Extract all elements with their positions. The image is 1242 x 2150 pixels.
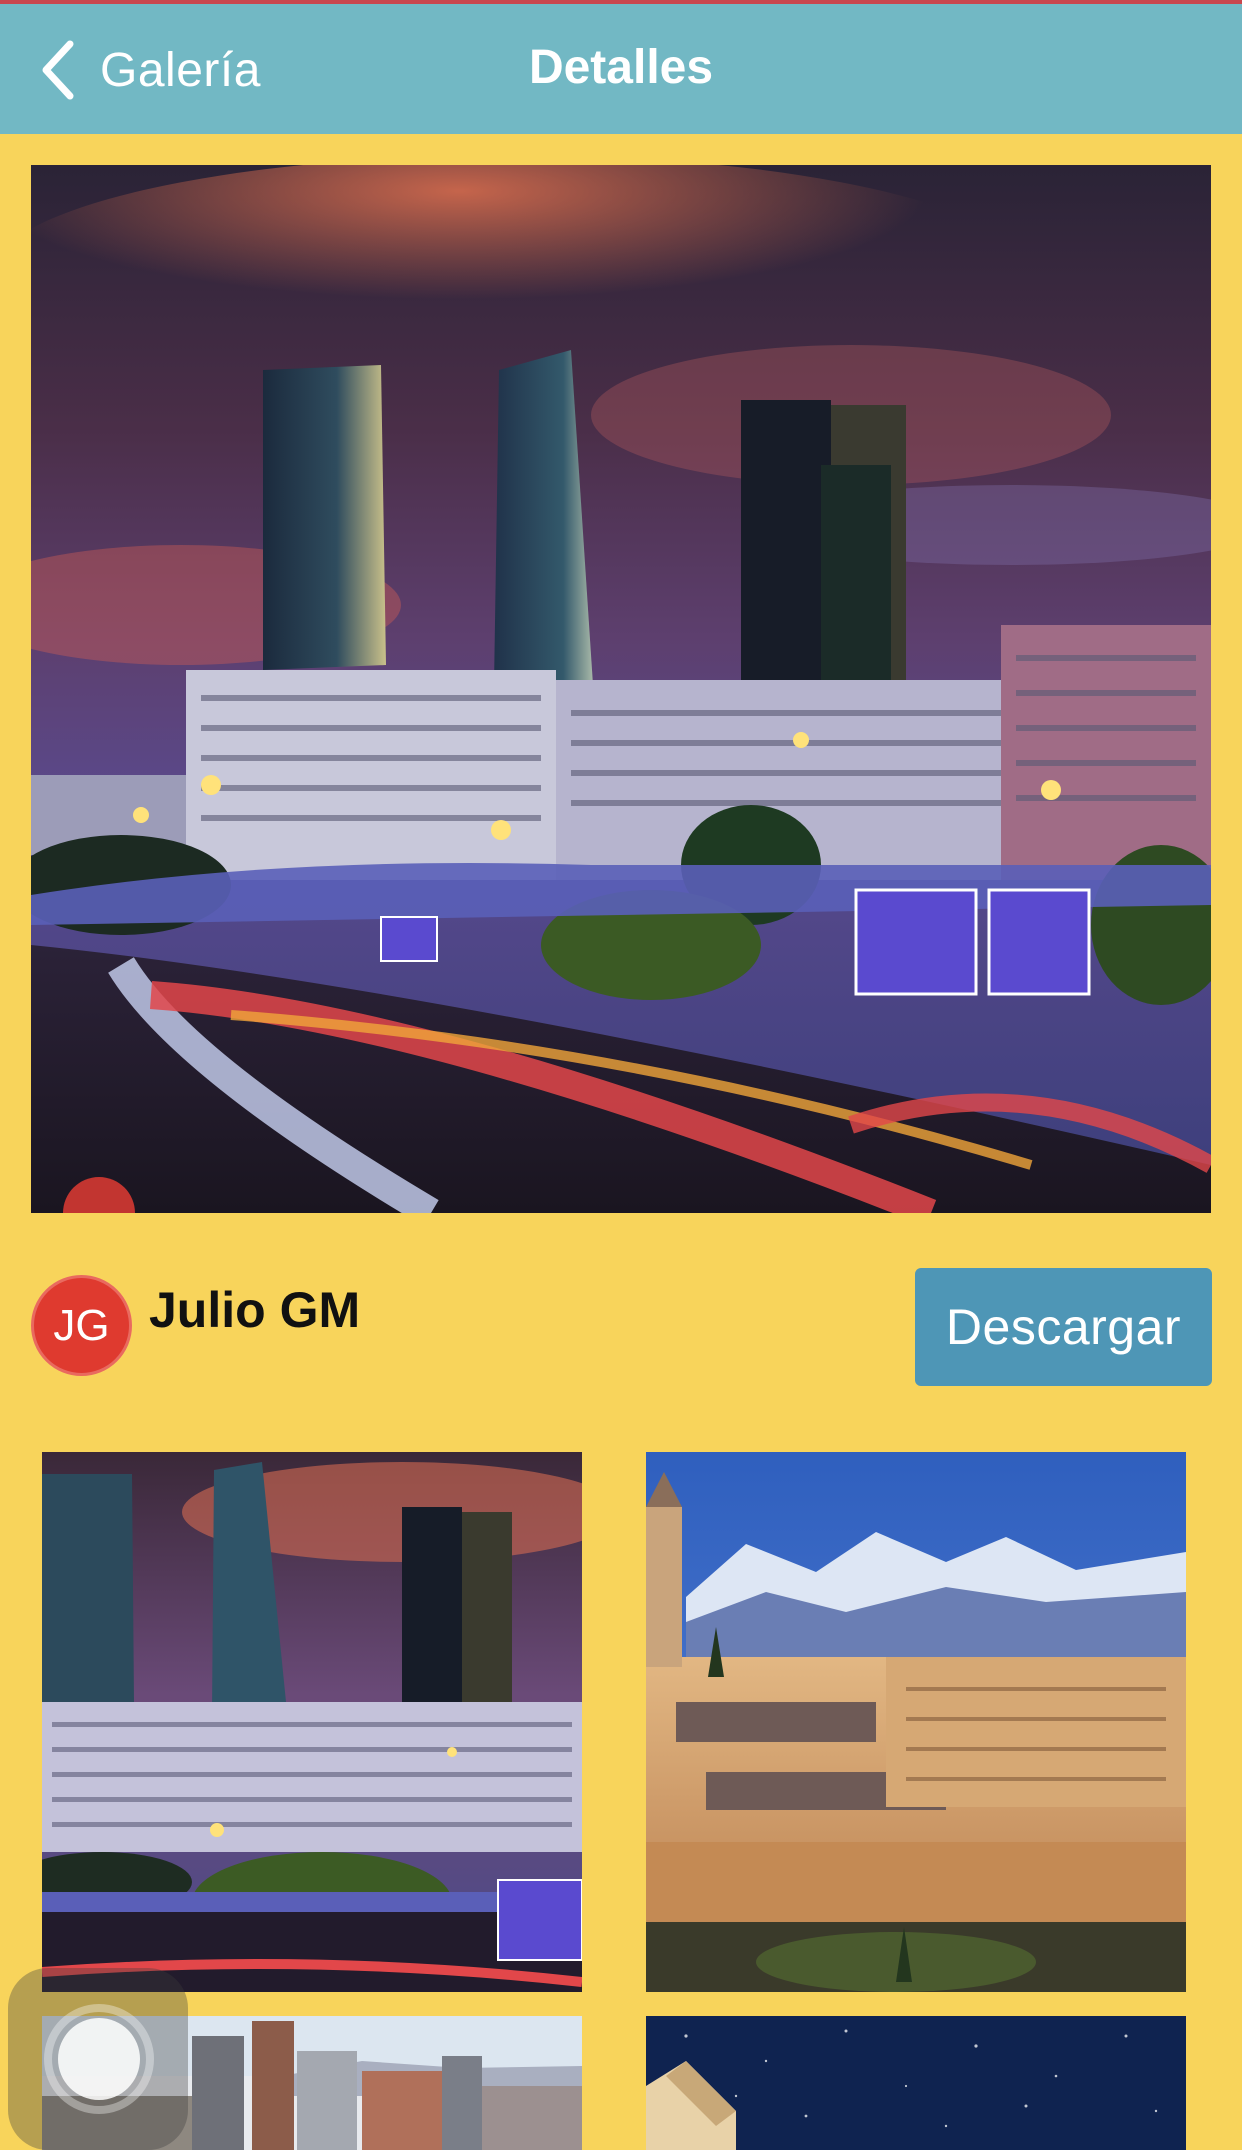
gallery-thumbnail[interactable] [646, 2016, 1186, 2150]
hero-photo [31, 165, 1211, 1213]
avatar[interactable]: JG [31, 1275, 132, 1376]
author-name: Julio GM [149, 1282, 361, 1338]
assistive-touch-button[interactable] [8, 1968, 188, 2150]
navigation-bar: Galería Detalles [0, 4, 1242, 134]
page-title: Detalles [528, 41, 714, 94]
gallery-thumbnail[interactable] [42, 1452, 582, 1992]
gallery-thumbnail[interactable] [646, 1452, 1186, 1992]
download-button[interactable]: Descargar [915, 1268, 1212, 1386]
assistive-touch-dot [58, 2018, 140, 2100]
